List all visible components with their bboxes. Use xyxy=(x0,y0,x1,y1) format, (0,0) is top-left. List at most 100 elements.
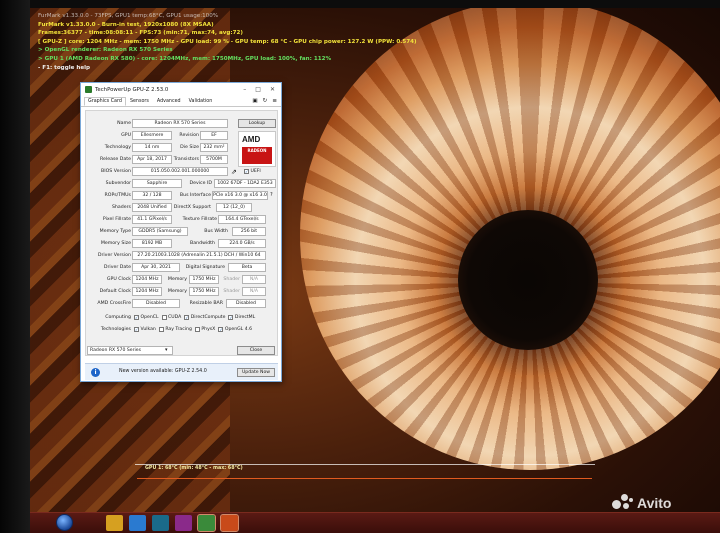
update-now-button[interactable]: Update Now xyxy=(237,368,275,378)
amd-radeon-logo: AMD RADEON xyxy=(238,131,276,167)
label-gpu-clock: GPU Clock xyxy=(106,277,131,282)
gpuz-taskbar-icon[interactable] xyxy=(197,514,216,532)
help-icon[interactable]: ? xyxy=(270,192,273,198)
maximize-icon[interactable]: □ xyxy=(255,86,261,93)
gpuz-titlebar[interactable]: TechPowerUp GPU-Z 2.53.0 – □ ✕ xyxy=(81,83,281,96)
label-default-memory: Memory xyxy=(167,289,187,294)
label-texture-fillrate: Texture Fillrate xyxy=(182,217,217,222)
revision-value: EF xyxy=(200,131,228,141)
pixel-fillrate-value: 41.1 GPixel/s xyxy=(132,215,172,225)
directml-checkbox[interactable]: ✓ DirectML xyxy=(228,315,255,320)
opencl-checkbox[interactable]: ✓ OpenCL xyxy=(134,315,159,320)
check-icon: ✓ xyxy=(228,315,234,320)
gpu-clock-value: 1204 MHz xyxy=(132,275,162,285)
avito-watermark: Avito xyxy=(612,494,671,512)
label-gpu: GPU xyxy=(121,133,131,138)
tab-validation[interactable]: Validation xyxy=(185,97,217,106)
row-default-clock: Default Clock 1204 MHz Memory 1750 MHz S… xyxy=(86,287,279,298)
label-device-id: Device ID xyxy=(189,181,212,186)
row-memory-size: Memory Size 8192 MB Bandwidth 224.0 GB/s xyxy=(86,239,279,250)
release-date-value: Apr 18, 2017 xyxy=(132,155,172,165)
computing-options: ✓ OpenCL CUDA ✓ DirectCompute ✓ DirectML xyxy=(134,315,258,320)
temperature-graph-line xyxy=(137,478,592,479)
digital-signature-value: Beta xyxy=(228,263,266,273)
row-subvendor: Subvendor Sapphire Device ID 1002 67DF -… xyxy=(86,179,279,190)
subvendor-value: Sapphire xyxy=(132,179,182,189)
lookup-button[interactable]: Lookup xyxy=(238,119,276,129)
row-memory-type: Memory Type GDDR5 (Samsung) Bus Width 25… xyxy=(86,227,279,238)
vulkan-checkbox[interactable]: ✓ Vulkan xyxy=(134,327,156,332)
default-shader-value: N/A xyxy=(242,287,266,297)
cuda-checkbox[interactable]: CUDA xyxy=(161,315,181,320)
row-technologies: Technologies ✓ Vulkan Ray Tracing PhysX ✓… xyxy=(86,325,279,336)
bios-version-value: 015.050.002.001.000000 xyxy=(132,167,228,177)
check-icon: ✓ xyxy=(134,327,139,332)
osd-line-gpuz: [ GPU-Z ] core: 1204 MHz - mem: 1750 MHz… xyxy=(38,38,417,45)
opengl-checkbox[interactable]: ✓ OpenGL 4.6 xyxy=(218,327,252,332)
tab-graphics-card[interactable]: Graphics Card xyxy=(84,97,126,106)
label-shaders: Shaders xyxy=(111,205,131,210)
update-notice-text: New version available: GPU-Z 2.54.0 xyxy=(119,369,207,374)
empty-check-icon xyxy=(158,327,164,332)
opengl-label: OpenGL 4.6 xyxy=(224,327,252,332)
row-gpu-clock: GPU Clock 1204 MHz Memory 1750 MHz Shade… xyxy=(86,275,279,286)
camera-icon[interactable]: ▣ xyxy=(252,98,257,104)
label-subvendor: Subvendor xyxy=(105,181,131,186)
card-select[interactable]: Radeon RX 570 Series xyxy=(87,346,173,356)
directml-label: DirectML xyxy=(234,315,256,320)
osd-window-title: FurMark v1.33.0.0 - 73FPS, GPU1 temp:68°… xyxy=(38,13,219,19)
label-memory-size: Memory Size xyxy=(100,241,131,246)
uefi-check-icon: ✓ xyxy=(244,169,249,174)
technology-value: 14 nm xyxy=(132,143,172,153)
label-revision: Revision xyxy=(179,133,199,138)
default-memory-value: 1750 MHz xyxy=(189,287,219,297)
start-button[interactable] xyxy=(56,514,73,531)
close-icon[interactable]: ✕ xyxy=(270,86,275,93)
osd-line-help: - F1: toggle help xyxy=(38,64,91,71)
furmark-osd: FurMark v1.33.0.0 - 73FPS, GPU1 temp:68°… xyxy=(38,12,417,72)
label-release-date: Release Date xyxy=(99,157,131,162)
chevron-down-icon[interactable]: ▾ xyxy=(165,347,168,353)
label-pixel-fillrate: Pixel Fillrate xyxy=(102,217,131,222)
app-icon[interactable] xyxy=(175,515,192,531)
bandwidth-value: 224.0 GB/s xyxy=(218,239,266,249)
tab-sensors[interactable]: Sensors xyxy=(126,97,153,106)
label-directx: DirectX Support xyxy=(173,205,211,210)
technology-options: ✓ Vulkan Ray Tracing PhysX ✓ OpenGL 4.6 xyxy=(134,327,255,332)
tab-advanced[interactable]: Advanced xyxy=(153,97,185,106)
label-die-size: Die Size xyxy=(180,145,199,150)
ray-tracing-checkbox[interactable]: Ray Tracing xyxy=(158,327,192,332)
label-driver-version: Driver Version xyxy=(97,253,131,258)
texture-fillrate-value: 164.4 GTexel/s xyxy=(218,215,266,225)
label-crossfire: AMD CrossFire xyxy=(97,301,131,306)
label-default-clock: Default Clock xyxy=(99,289,131,294)
media-icon[interactable] xyxy=(152,515,169,531)
furmark-taskbar-icon[interactable] xyxy=(220,514,239,532)
ray-tracing-label: Ray Tracing xyxy=(165,327,192,332)
browser-icon[interactable] xyxy=(129,515,146,531)
row-driver-version: Driver Version 27.20.21003.1028 (Adrenal… xyxy=(86,251,279,262)
menu-icon[interactable]: ≡ xyxy=(272,98,277,104)
directx-value: 12 (12_0) xyxy=(216,203,252,213)
row-bios-version: BIOS Version 015.050.002.001.000000 ⇗ ✓ U… xyxy=(86,167,279,178)
empty-check-icon xyxy=(161,315,167,320)
transistors-value: 5700M xyxy=(200,155,228,165)
close-button[interactable]: Close xyxy=(237,346,275,356)
bus-width-value: 256 bit xyxy=(232,227,266,237)
explorer-icon[interactable] xyxy=(106,515,123,531)
label-driver-date: Driver Date xyxy=(103,265,131,270)
furmark-eye-pupil xyxy=(458,210,598,350)
refresh-icon[interactable]: ↻ xyxy=(263,98,268,104)
resizable-bar-value: Disabled xyxy=(226,299,266,309)
crossfire-value: Disabled xyxy=(132,299,180,309)
memory-type-value: GDDR5 (Samsung) xyxy=(132,227,188,237)
share-icon[interactable]: ⇗ xyxy=(231,168,237,176)
label-memory-type: Memory Type xyxy=(99,229,131,234)
gpu-value: Ellesmere xyxy=(132,131,172,141)
memory-clock-value: 1750 MHz xyxy=(189,275,219,285)
directcompute-checkbox[interactable]: ✓ DirectCompute xyxy=(184,315,225,320)
minimize-icon[interactable]: – xyxy=(243,86,246,93)
osd-line-title: FurMark v1.33.0.0 - Burn-in test, 1920x1… xyxy=(38,21,214,28)
physx-checkbox[interactable]: PhysX xyxy=(194,327,215,332)
row-pixel-fillrate: Pixel Fillrate 41.1 GPixel/s Texture Fil… xyxy=(86,215,279,226)
